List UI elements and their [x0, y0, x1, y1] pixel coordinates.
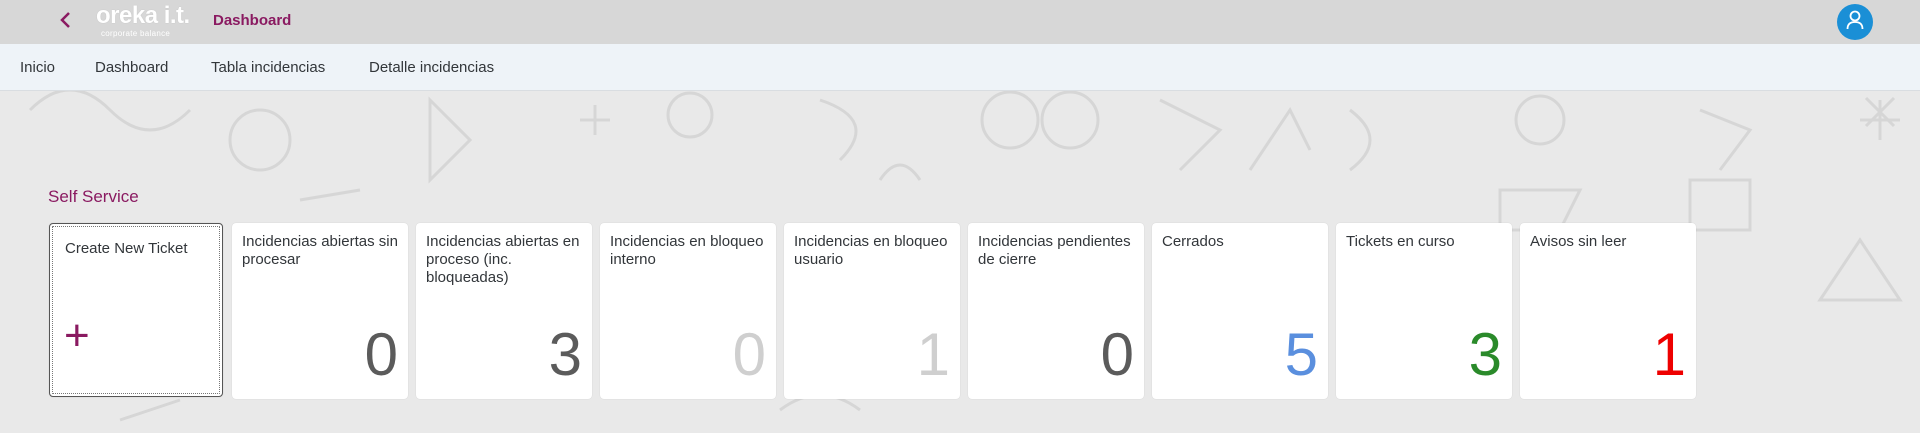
user-icon [1846, 10, 1864, 35]
tile-incidencias-bloqueo-usuario[interactable]: Incidencias en bloqueo usuario 1 [784, 223, 960, 399]
back-button[interactable] [52, 8, 80, 36]
tile-value: 1 [916, 321, 950, 388]
company-logo[interactable]: oreka i.t. corporate balance [96, 4, 196, 40]
tile-title: Cerrados [1162, 233, 1224, 250]
user-avatar-button[interactable] [1837, 4, 1873, 40]
tile-value: 1 [1652, 321, 1686, 388]
tile-incidencias-abiertas-sin-procesar[interactable]: Incidencias abiertas sin procesar 0 [232, 223, 408, 399]
tile-title: Create New Ticket [65, 240, 188, 257]
section-title: Self Service [48, 187, 139, 206]
tile-create-new-ticket[interactable]: Create New Ticket + [49, 223, 223, 397]
tile-incidencias-bloqueo-interno[interactable]: Incidencias en bloqueo interno 0 [600, 223, 776, 399]
page-title: Dashboard [213, 12, 292, 29]
tile-incidencias-pendientes-cierre[interactable]: Incidencias pendientes de cierre 0 [968, 223, 1144, 399]
chevron-left-icon [59, 11, 73, 34]
tile-value: 3 [1468, 321, 1502, 388]
tile-value: 5 [1284, 321, 1318, 388]
top-navigation: Inicio Dashboard Tabla incidencias Detal… [0, 44, 1920, 91]
tile-title: Avisos sin leer [1530, 233, 1627, 250]
tile-tickets-en-curso[interactable]: Tickets en curso 3 [1336, 223, 1512, 399]
tile-title: Incidencias en bloqueo interno [610, 233, 764, 268]
logo-tagline: corporate balance [101, 29, 171, 38]
nav-item-tabla-incidencias[interactable]: Tabla incidencias [211, 59, 325, 76]
tile-incidencias-abiertas-en-proceso[interactable]: Incidencias abiertas en proceso (inc. bl… [416, 223, 592, 399]
tile-title: Incidencias en bloqueo usuario [794, 233, 948, 268]
tile-value: 0 [732, 321, 766, 388]
shell-header: oreka i.t. corporate balance Dashboard [0, 0, 1920, 44]
tile-title: Tickets en curso [1346, 233, 1455, 250]
nav-item-dashboard[interactable]: Dashboard [95, 59, 168, 76]
tile-value: 0 [1100, 321, 1134, 388]
tile-title: Incidencias pendientes de cierre [978, 233, 1131, 268]
plus-icon: + [64, 311, 90, 360]
tile-avisos-sin-leer[interactable]: Avisos sin leer 1 [1520, 223, 1696, 399]
tile-value: 3 [548, 321, 582, 388]
nav-item-inicio[interactable]: Inicio [20, 59, 55, 76]
logo-text: oreka i.t. [96, 2, 190, 29]
tile-title: Incidencias abiertas en proceso (inc. bl… [426, 233, 580, 286]
nav-item-detalle-incidencias[interactable]: Detalle incidencias [369, 59, 494, 76]
tile-value: 0 [364, 321, 398, 388]
tile-title: Incidencias abiertas sin procesar [242, 233, 398, 268]
tile-cerrados[interactable]: Cerrados 5 [1152, 223, 1328, 399]
